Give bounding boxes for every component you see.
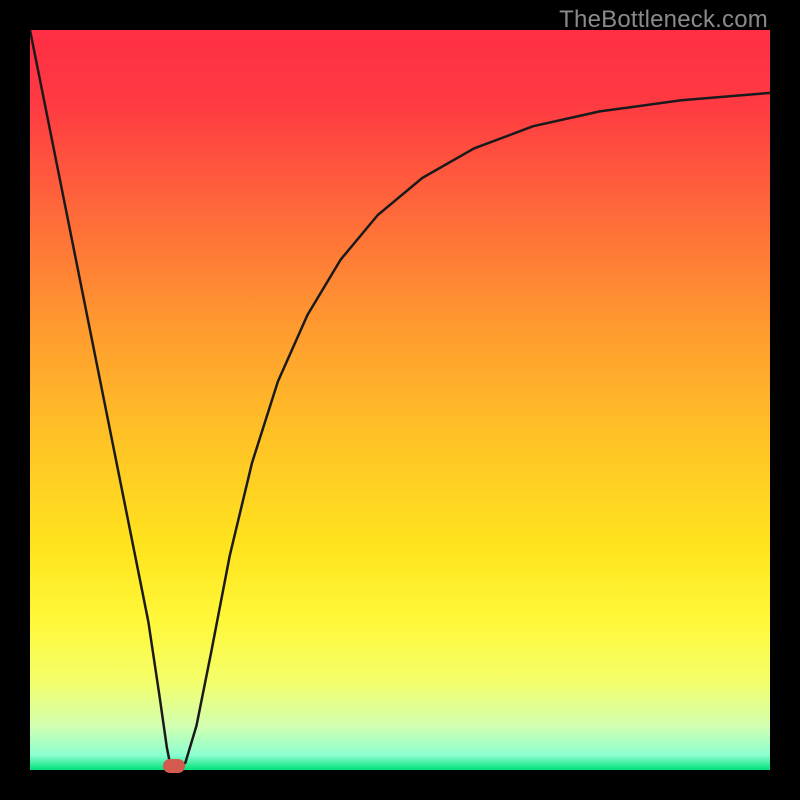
plot-area <box>30 30 770 770</box>
watermark-text: TheBottleneck.com <box>559 6 768 34</box>
bottleneck-marker <box>163 759 185 773</box>
chart-container: TheBottleneck.com <box>0 0 800 800</box>
gradient-background <box>30 30 770 770</box>
